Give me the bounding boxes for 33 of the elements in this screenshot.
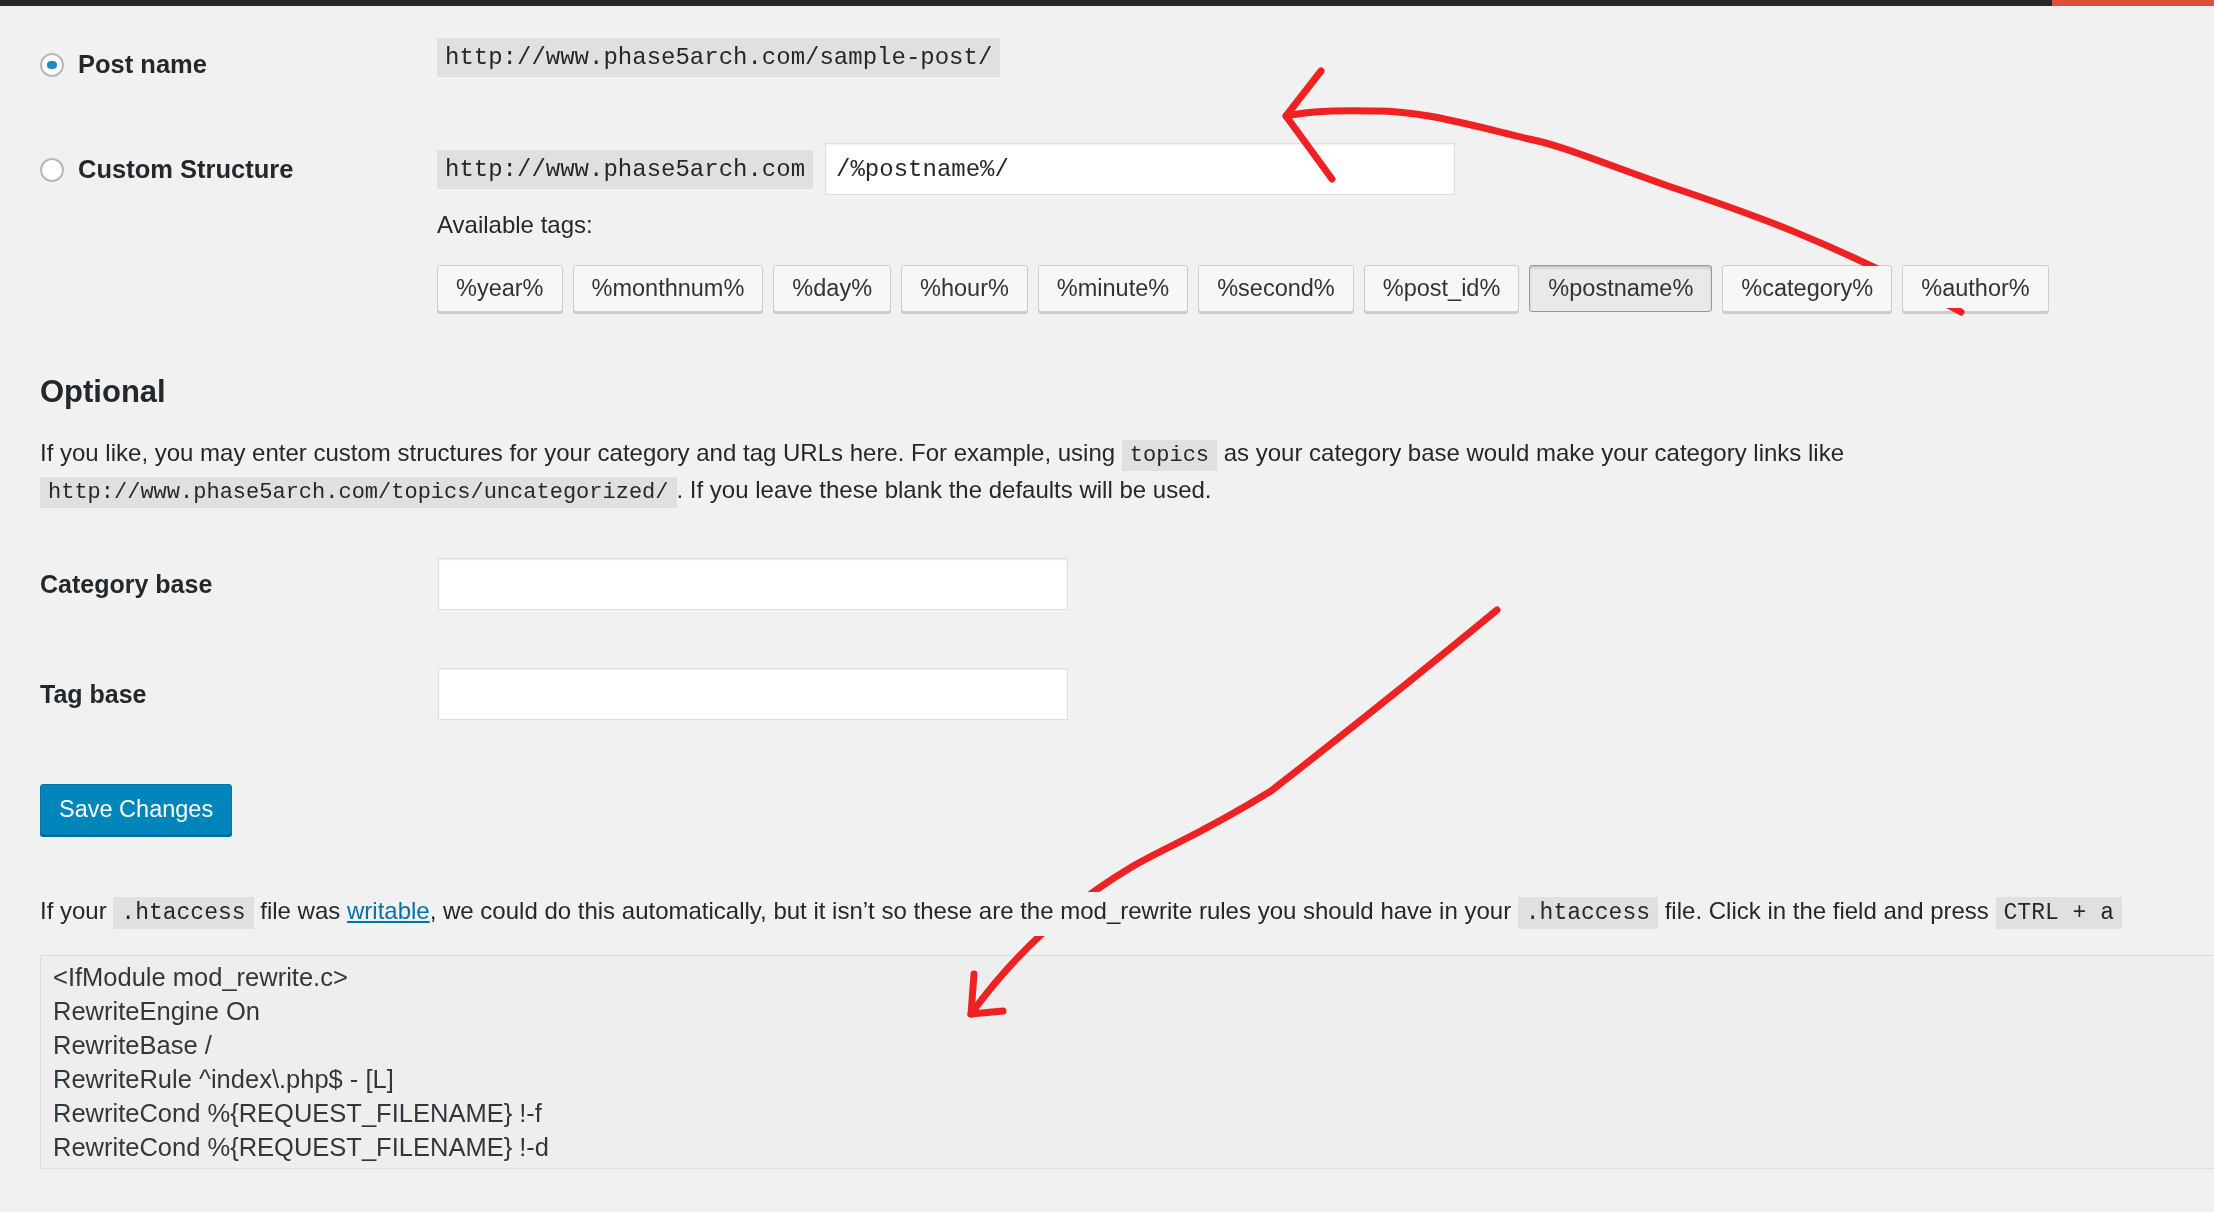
text-input[interactable] (438, 558, 1068, 610)
tag-button[interactable]: %author% (1902, 265, 2049, 312)
code-snippet: topics (1121, 440, 1218, 471)
structure-input[interactable]: /%postname%/ (825, 143, 1456, 195)
option-label: Post name (78, 50, 207, 79)
tag-button[interactable]: %day% (773, 265, 892, 312)
htaccess-note: If your .htaccess file was writable, we could do this automatically, but it isn’t so these are the mod_rewrite rules you should have in your .htaccess file. Click in the field and press CTRL + a (40, 893, 2214, 931)
tag-button[interactable]: %minute% (1037, 265, 1189, 312)
tag-button[interactable]: %category% (1722, 265, 1893, 312)
code-snippet: http://www.phase5arch.com/topics/uncategorized/ (40, 477, 677, 508)
permalink-example: http://www.phase5arch.com/sample-post/ (437, 38, 1001, 77)
field-label: Tag base (40, 679, 148, 709)
field-label: Category base (40, 569, 214, 599)
tag-button[interactable]: %hour% (901, 265, 1028, 312)
section-heading: Optional (40, 374, 167, 410)
tag-button[interactable]: %year% (437, 265, 563, 312)
available-tags-label: Available tags: (437, 211, 594, 239)
option-label: Custom Structure (78, 155, 294, 184)
radio-button[interactable] (40, 157, 64, 182)
code-snippet: .htaccess (1517, 897, 1659, 929)
save-button[interactable]: Save Changes (40, 784, 233, 835)
tag-button[interactable]: %second% (1198, 265, 1354, 312)
writable-link[interactable]: writable (346, 897, 430, 924)
text-input[interactable] (438, 668, 1068, 720)
tag-button[interactable]: %monthnum% (572, 265, 764, 312)
code-snippet: .htaccess (113, 897, 254, 929)
radio-button[interactable] (40, 52, 64, 77)
description-text: If you like, you may enter custom structures for your category and tag URLs here. For example, using topics as your category base would make your category links like http://www.phase5arch.com/topics/uncategorized/ . If you leave these blank the defaults will be used. (40, 436, 1970, 510)
url-prefix: http://www.phase5arch.com (437, 149, 814, 189)
tag-button[interactable]: %postname% (1529, 265, 1713, 312)
rewrite-rules-field[interactable]: <IfModule mod_rewrite.c> RewriteEngine On RewriteBase / RewriteRule ^index\.php$ - [L] RewriteCond %{REQUEST_FILENAME} !-f RewriteCond %{REQUEST_FILENAME} !-d (40, 955, 2214, 1169)
tag-button[interactable]: %post_id% (1363, 265, 1520, 312)
code-snippet: CTRL + a (1995, 897, 2122, 929)
